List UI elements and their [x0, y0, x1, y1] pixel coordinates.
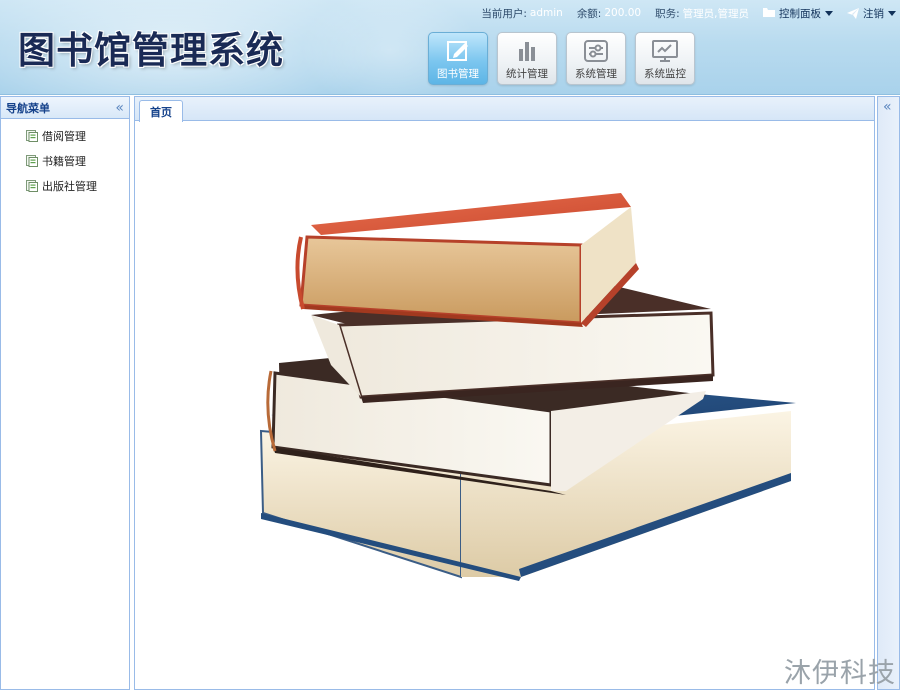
books-illustration — [259, 193, 796, 581]
chevron-down-icon — [825, 10, 833, 16]
nav-panel-header: 导航菜单 « — [1, 97, 129, 119]
folder-icon — [763, 8, 775, 17]
module-system-monitor[interactable]: 系统监控 — [635, 32, 695, 85]
module-book-management[interactable]: 图书管理 — [428, 32, 488, 85]
edit-icon — [447, 41, 468, 61]
monitor-icon — [652, 40, 678, 62]
collapse-left-icon[interactable]: « — [115, 101, 124, 115]
nav-panel: 导航菜单 « 借阅管理 书籍管理 出版社管理 — [0, 96, 130, 690]
role-value: 管理员,管理员 — [682, 7, 749, 20]
chevron-down-icon — [888, 10, 896, 16]
role: 职务: 管理员,管理员 — [655, 6, 749, 21]
nav-item-book-management[interactable]: 书籍管理 — [1, 148, 129, 173]
module-statistics[interactable]: 统计管理 — [497, 32, 557, 85]
tab-home[interactable]: 首页 — [139, 100, 183, 122]
control-panel-label: 控制面板 — [779, 7, 821, 20]
nav-item-label: 借阅管理 — [42, 129, 86, 143]
control-panel-menu[interactable]: 控制面板 — [763, 6, 833, 21]
bar-chart-icon — [519, 42, 535, 61]
page-icon — [26, 179, 38, 192]
logout-menu[interactable]: 注销 — [847, 6, 896, 21]
balance-value: 200.00 — [604, 7, 642, 19]
module-label: 系统管理 — [575, 68, 617, 80]
nav-panel-title: 导航菜单 — [6, 101, 50, 115]
nav-item-publisher-management[interactable]: 出版社管理 — [1, 173, 129, 198]
role-label: 职务: — [655, 7, 680, 20]
app-logo-title: 图书馆管理系统 — [18, 29, 284, 72]
page-icon — [26, 154, 38, 167]
expand-right-icon[interactable]: « — [883, 100, 892, 114]
nav-item-borrow-management[interactable]: 借阅管理 — [1, 123, 129, 148]
app-header: 图书馆管理系统 当前用户: admin 余额: 200.00 职务: 管理员,管… — [0, 0, 900, 95]
book-red-top — [295, 193, 639, 327]
send-icon — [847, 7, 859, 19]
module-toolbar: 图书管理 统计管理 系统管理 系统监控 — [428, 32, 695, 85]
tab-strip: 首页 — [135, 97, 874, 122]
main-panel: 首页 — [134, 96, 875, 690]
sliders-icon — [584, 40, 608, 62]
module-label: 系统监控 — [644, 68, 686, 80]
module-label: 图书管理 — [437, 68, 479, 80]
module-label: 统计管理 — [506, 68, 548, 80]
current-user: 当前用户: admin — [481, 6, 562, 21]
balance: 余额: 200.00 — [577, 6, 641, 21]
module-system-management[interactable]: 系统管理 — [566, 32, 626, 85]
user-info-bar: 当前用户: admin 余额: 200.00 职务: 管理员,管理员 控制面板 … — [467, 5, 896, 21]
nav-item-label: 书籍管理 — [42, 154, 86, 168]
right-panel-collapsed: « — [877, 96, 900, 690]
current-user-label: 当前用户: — [481, 7, 527, 20]
watermark: 沐伊科技 — [784, 658, 896, 689]
nav-list: 借阅管理 书籍管理 出版社管理 — [1, 119, 129, 198]
logout-label: 注销 — [863, 7, 884, 20]
page-icon — [26, 129, 38, 142]
current-user-value: admin — [529, 7, 563, 19]
balance-label: 余额: — [576, 7, 602, 20]
nav-item-label: 出版社管理 — [42, 179, 97, 193]
